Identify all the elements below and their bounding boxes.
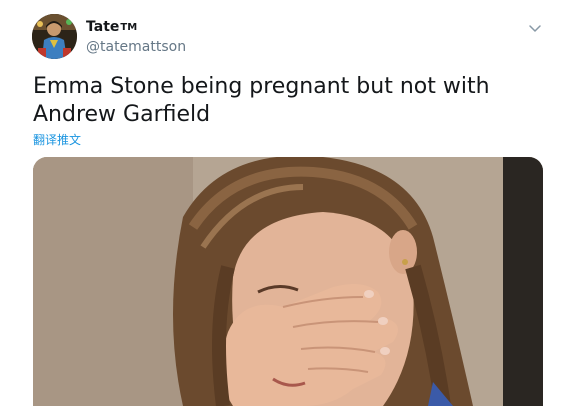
user-block[interactable]: TateTM @tatemattson	[86, 18, 186, 57]
tweet-text: Emma Stone being pregnant but not with A…	[33, 74, 490, 127]
tweet-card[interactable]: TateTM @tatemattson Emma Stone being pre…	[0, 0, 579, 406]
chevron-down-icon[interactable]	[527, 20, 543, 36]
avatar[interactable]	[32, 14, 77, 59]
tweet-media-photo[interactable]	[33, 157, 543, 406]
display-name-text: Tate	[86, 19, 120, 35]
display-name-suffix: TM	[120, 22, 138, 33]
display-name[interactable]: TateTM	[86, 18, 186, 37]
translate-tweet-link[interactable]: 翻译推文	[33, 131, 81, 148]
photo-image	[33, 157, 543, 406]
avatar-image	[32, 14, 77, 59]
user-handle[interactable]: @tatemattson	[86, 37, 186, 57]
